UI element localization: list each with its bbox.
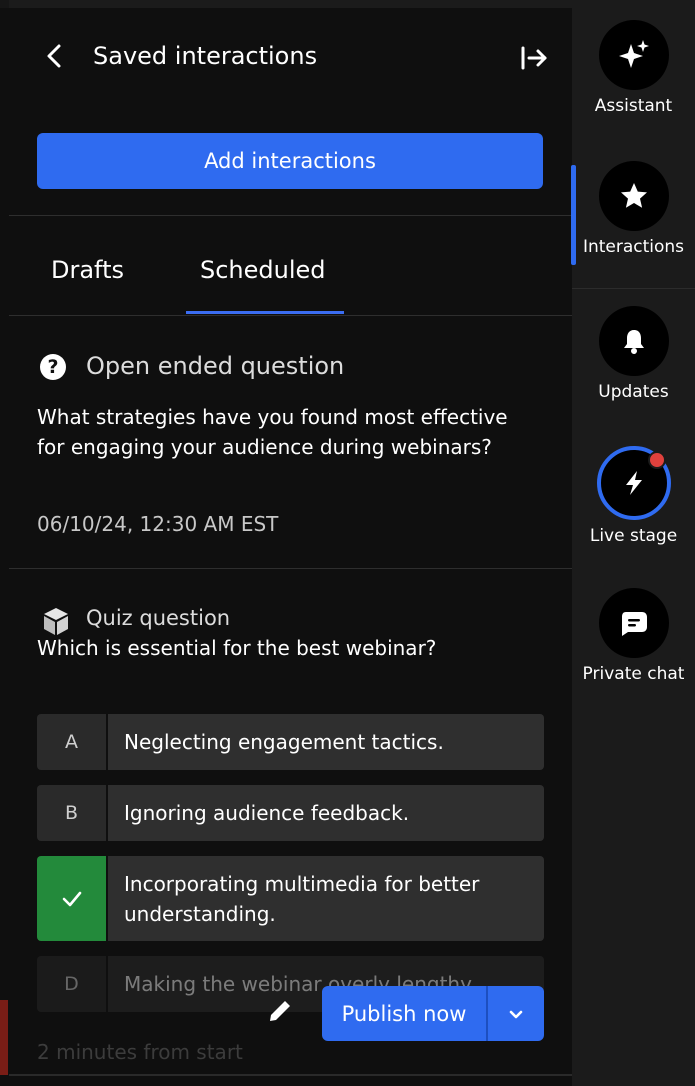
edge-marker	[0, 1000, 8, 1075]
pencil-icon	[270, 1001, 290, 1021]
divider	[9, 1074, 572, 1076]
exit-panel-button[interactable]	[515, 40, 551, 76]
star-icon	[620, 183, 647, 208]
divider	[9, 568, 572, 569]
rail-label: Interactions	[582, 237, 685, 257]
quiz-option: B Ignoring audience feedback.	[37, 785, 544, 841]
correct-answer-badge	[37, 856, 106, 941]
timing-text: 2 minutes from start	[37, 1040, 243, 1064]
arrow-right-to-bar-icon	[521, 46, 547, 70]
add-interactions-button[interactable]: Add interactions	[37, 133, 543, 189]
page-title: Saved interactions	[93, 42, 318, 70]
chevron-left-icon	[47, 44, 61, 68]
rail-item-private-chat[interactable]: Private chat	[572, 588, 695, 684]
rail-item-assistant[interactable]: Assistant	[572, 20, 695, 116]
divider	[572, 288, 695, 289]
rail-item-interactions[interactable]: Interactions	[572, 161, 695, 257]
edit-button[interactable]	[265, 996, 295, 1026]
active-tab-indicator	[186, 311, 344, 314]
tab-drafts[interactable]: Drafts	[51, 256, 124, 284]
quiz-option: A Neglecting engagement tactics.	[37, 714, 544, 770]
chevron-down-icon	[509, 1010, 523, 1018]
back-button[interactable]	[41, 38, 69, 74]
panel-header: Saved interactions	[9, 8, 572, 108]
notification-dot	[647, 451, 666, 469]
option-letter: D	[37, 956, 106, 1012]
checkmark-icon	[62, 891, 81, 906]
option-text: Incorporating multimedia for better unde…	[108, 856, 544, 941]
sparkles-icon	[618, 40, 649, 68]
bell-icon	[623, 330, 644, 354]
rail-icon-circle	[596, 446, 671, 520]
rail-label: Updates	[598, 382, 669, 402]
chat-bubble-icon	[621, 612, 647, 636]
publish-now-button[interactable]: Publish now	[322, 986, 486, 1041]
rail-icon-circle	[598, 588, 669, 658]
question-text: What strategies have you found most effe…	[37, 405, 508, 459]
quiz-question-text: Which is essential for the best webinar?	[37, 636, 437, 660]
rail-item-live-stage[interactable]: Live stage	[572, 446, 695, 546]
rail-icon-circle	[598, 306, 669, 376]
option-text: Neglecting engagement tactics.	[108, 714, 544, 770]
interaction-type-label: Open ended question	[86, 352, 345, 380]
interaction-type-label: Quiz question	[86, 606, 231, 630]
rail-label: Live stage	[589, 526, 678, 546]
rail-item-updates[interactable]: Updates	[572, 306, 695, 402]
quiz-option-correct: Incorporating multimedia for better unde…	[37, 856, 544, 941]
scheduled-date: 06/10/24, 12:30 AM EST	[37, 512, 279, 536]
option-letter: A	[37, 714, 106, 770]
rail-label: Private chat	[582, 664, 685, 684]
divider	[9, 215, 572, 216]
option-text: Ignoring audience feedback.	[108, 785, 544, 841]
divider	[9, 315, 572, 316]
question-circle-icon: ?	[40, 354, 66, 380]
publish-options-dropdown[interactable]	[488, 986, 544, 1041]
rail-icon-circle	[598, 20, 669, 90]
option-letter: B	[37, 785, 106, 841]
tab-scheduled[interactable]: Scheduled	[200, 256, 326, 284]
lightning-icon	[625, 471, 642, 495]
rail-icon-circle	[598, 161, 669, 231]
rail-label: Assistant	[594, 96, 673, 116]
